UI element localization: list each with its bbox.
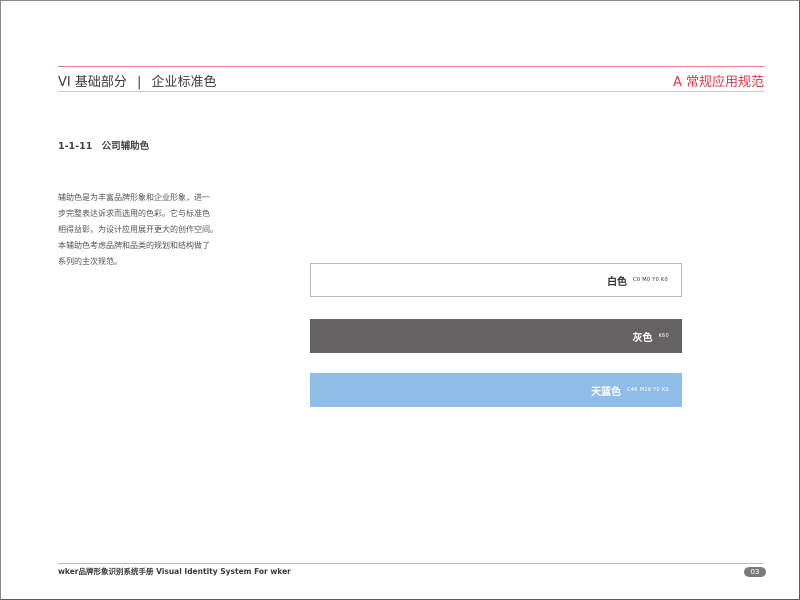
description-line: 步完整表达诉求而选用的色彩。它与标准色 [58, 209, 210, 218]
section-number: 1-1-11 [58, 141, 93, 152]
swatch-code: C0 M0 Y0 K0 [633, 277, 668, 283]
color-swatch-white: 白色 C0 M0 Y0 K0 [310, 263, 682, 297]
page-number-badge: 03 [744, 567, 766, 577]
swatch-name: 天蓝色 [591, 386, 622, 398]
description-line: 本辅助色考虑品牌和品类的规划和结构做了 [58, 241, 210, 250]
header-accent-rule [58, 66, 764, 67]
header-divider [58, 91, 764, 92]
color-swatch-gray: 灰色 K60 [310, 319, 682, 353]
section-heading: 1-1-11 公司辅助色 [58, 138, 149, 152]
swatch-name: 灰色 [632, 332, 653, 344]
header-separator: | [137, 75, 142, 90]
footer-divider [58, 563, 764, 564]
section-title: 公司辅助色 [101, 141, 150, 152]
header-category-label: A 常规应用规范 [672, 75, 764, 90]
swatch-code: K60 [658, 333, 669, 339]
header-title: VI 基础部分 | 企业标准色 [58, 71, 217, 90]
page-frame [0, 0, 800, 600]
color-swatch-sky-blue: 天蓝色 C46 M18 Y0 K0 [310, 373, 682, 407]
header-section: VI 基础部分 [58, 75, 127, 90]
description-line: 辅助色是为丰富品牌形象和企业形象，进一 [58, 193, 210, 202]
swatch-name: 白色 [607, 276, 628, 288]
header-topic: 企业标准色 [151, 75, 217, 90]
description-line: 相得益彰，为设计应用展开更大的创作空间。 [58, 225, 218, 234]
footer-caption: wker品牌形象识别系统手册 Visual Identity System Fo… [58, 567, 291, 576]
description-line: 系列的主次规范。 [58, 257, 122, 266]
description-paragraph: 辅助色是为丰富品牌形象和企业形象，进一 步完整表达诉求而选用的色彩。它与标准色 … [58, 190, 228, 270]
swatch-code: C46 M18 Y0 K0 [627, 387, 669, 393]
